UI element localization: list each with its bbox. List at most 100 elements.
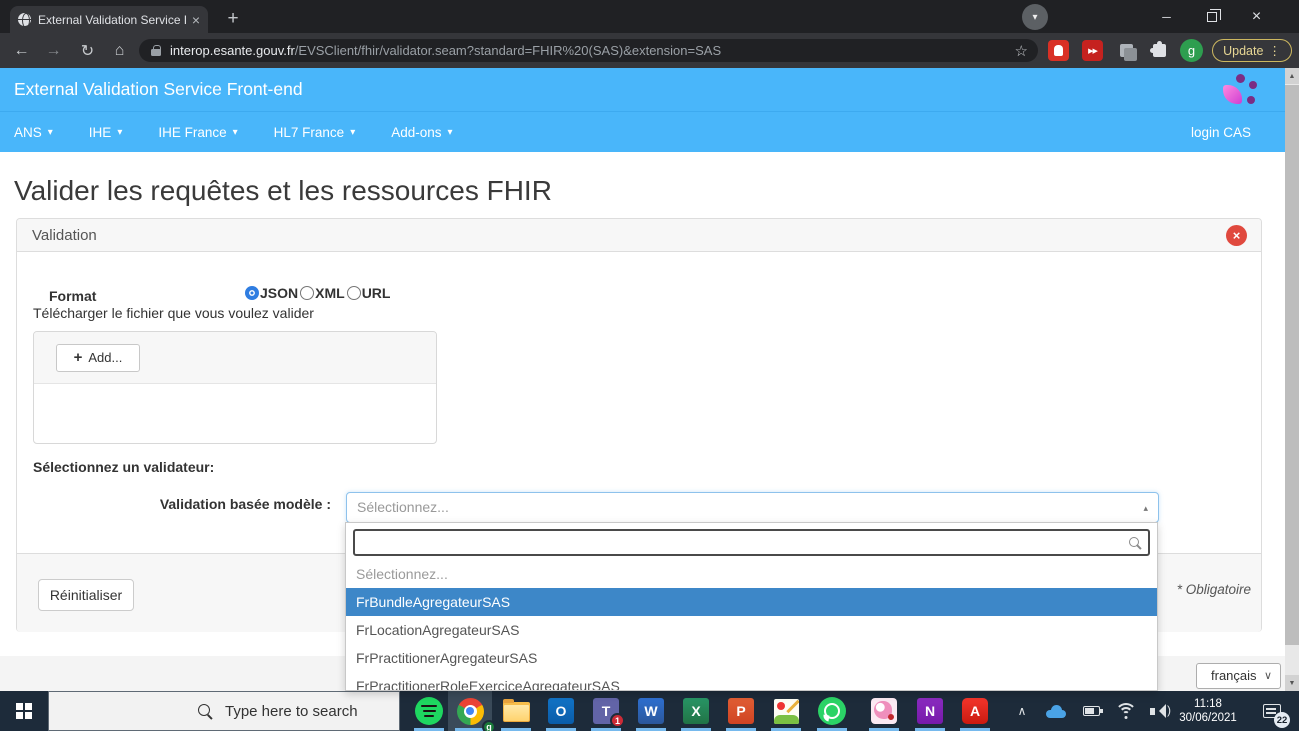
window-close-button[interactable]: ×: [1234, 0, 1279, 33]
home-button[interactable]: ⌂: [106, 37, 133, 64]
teams-icon: T1: [593, 698, 619, 724]
window-restore-button[interactable]: [1189, 0, 1234, 33]
nav-item-ans[interactable]: ANS ▾: [14, 125, 53, 140]
panel-close-icon[interactable]: ×: [1226, 225, 1247, 246]
extensions-menu-button[interactable]: [1149, 40, 1170, 61]
reload-button[interactable]: ↻: [74, 37, 101, 64]
tab-close-icon[interactable]: ×: [192, 13, 200, 27]
radio-url[interactable]: [347, 286, 361, 300]
radio-xml[interactable]: [300, 286, 314, 300]
reset-button[interactable]: Réinitialiser: [38, 579, 134, 611]
dropdown-option-highlighted[interactable]: FrBundleAgregateurSAS: [346, 588, 1157, 616]
dropdown-option[interactable]: Sélectionnez...: [346, 560, 1157, 588]
onedrive-icon[interactable]: [1044, 691, 1068, 731]
onenote-icon: N: [917, 698, 943, 724]
radio-xml-label[interactable]: XML: [315, 285, 345, 301]
login-cas-link[interactable]: login CAS: [1191, 112, 1251, 153]
nav-label: Add-ons: [391, 125, 441, 140]
taskbar-search-input[interactable]: [225, 703, 385, 720]
caret-down-icon: ▾: [448, 127, 453, 138]
dropdown-search-input[interactable]: [353, 529, 1150, 556]
profile-avatar[interactable]: g: [1180, 39, 1203, 62]
nav-item-hl7-france[interactable]: HL7 France ▾: [274, 125, 356, 140]
windows-logo-icon: [16, 703, 32, 719]
radio-json-label[interactable]: JSON: [260, 285, 298, 301]
taskbar-clock[interactable]: 11:18 30/06/2021: [1168, 691, 1248, 731]
notification-count-badge: 22: [1274, 712, 1290, 728]
puzzle-icon: [1153, 44, 1166, 57]
plus-icon: +: [74, 349, 83, 366]
radio-url-label[interactable]: URL: [362, 285, 391, 301]
taskbar-whatsapp[interactable]: [810, 691, 854, 731]
panel-title: Validation: [32, 227, 97, 244]
action-center-button[interactable]: 22: [1252, 691, 1292, 731]
scrollbar-thumb[interactable]: [1285, 85, 1299, 645]
new-tab-button[interactable]: +: [220, 6, 246, 32]
caret-down-icon: ▾: [350, 127, 355, 138]
taskbar-teams[interactable]: T1: [584, 691, 628, 731]
dropdown-option[interactable]: FrPractitionerAgregateurSAS: [346, 644, 1157, 672]
taskbar-onenote[interactable]: N: [908, 691, 952, 731]
paint-app-icon: [871, 698, 897, 724]
nav-item-ihe[interactable]: IHE ▾: [89, 125, 123, 140]
taskbar-outlook[interactable]: O: [539, 691, 583, 731]
search-icon: [1128, 536, 1142, 550]
dropdown-option[interactable]: FrLocationAgregateurSAS: [346, 616, 1157, 644]
scroll-down-button[interactable]: ▼: [1285, 675, 1299, 691]
taskbar-powerpoint[interactable]: P: [719, 691, 763, 731]
back-button[interactable]: ←: [8, 37, 35, 64]
scroll-up-button[interactable]: ▲: [1285, 68, 1299, 84]
more-menu-icon[interactable]: ⋮: [1268, 43, 1281, 58]
chrome-profile-badge: g: [482, 720, 496, 731]
taskbar-spotify[interactable]: [407, 691, 451, 731]
spotify-icon: [415, 697, 443, 725]
nav-item-addons[interactable]: Add-ons ▾: [391, 125, 452, 140]
page-scrollbar[interactable]: ▲ ▼: [1285, 68, 1299, 691]
bookmark-star-icon[interactable]: ☆: [1015, 42, 1028, 60]
video-extension-icon[interactable]: ▶▶: [1082, 40, 1103, 61]
file-upload-widget: + Add...: [33, 331, 437, 444]
hand-icon: [1054, 45, 1063, 56]
start-button[interactable]: [0, 691, 48, 731]
url-text: interop.esante.gouv.fr/EVSClient/fhir/va…: [170, 43, 1007, 58]
taskbar-search-box[interactable]: [48, 691, 400, 731]
wifi-icon[interactable]: [1112, 691, 1140, 731]
validator-heading: Sélectionnez un validateur:: [33, 459, 214, 475]
browser-tab[interactable]: External Validation Service Front ×: [10, 6, 208, 33]
url-domain: interop.esante.gouv.fr: [170, 43, 295, 58]
radio-json[interactable]: [245, 286, 259, 300]
tray-chevron-up-icon[interactable]: ∧: [1008, 691, 1036, 731]
site-nav: ANS ▾ IHE ▾ IHE France ▾ HL7 France ▾ Ad…: [0, 111, 1285, 152]
chrome-update-button[interactable]: Update ⋮: [1212, 39, 1292, 62]
validator-select[interactable]: Sélectionnez... ▴: [346, 492, 1159, 523]
battery-icon[interactable]: [1078, 691, 1104, 731]
taskbar-image-editor[interactable]: [764, 691, 808, 731]
extension-icon[interactable]: [1116, 40, 1137, 61]
dropdown-option[interactable]: FrPractitionerRoleExerciceAgregateurSAS: [346, 672, 1157, 691]
whatsapp-icon: [818, 697, 846, 725]
taskbar-chrome[interactable]: g: [448, 691, 492, 731]
taskbar-excel[interactable]: X: [674, 691, 718, 731]
add-file-button[interactable]: + Add...: [56, 344, 140, 372]
nav-item-ihe-france[interactable]: IHE France ▾: [158, 125, 237, 140]
caret-up-icon: ▴: [1143, 494, 1148, 523]
taskbar: g O T1 W X P: [0, 691, 1299, 731]
browser-titlebar: External Validation Service Front × + ▾ …: [0, 0, 1299, 33]
image-editor-icon: [774, 699, 799, 724]
adblock-extension-icon[interactable]: [1048, 40, 1069, 61]
taskbar-word[interactable]: W: [629, 691, 673, 731]
nav-label: IHE France: [158, 125, 226, 140]
media-control-button[interactable]: ▾: [1022, 4, 1048, 30]
address-bar[interactable]: interop.esante.gouv.fr/EVSClient/fhir/va…: [139, 39, 1038, 62]
window-minimize-button[interactable]: ─: [1144, 0, 1189, 33]
logo-dot: [1236, 74, 1245, 83]
upload-hint: Télécharger le fichier que vous voulez v…: [33, 305, 314, 321]
forward-button[interactable]: →: [40, 37, 67, 64]
caret-down-icon: ▾: [117, 127, 122, 138]
taskbar-file-explorer[interactable]: [494, 691, 538, 731]
word-icon: W: [638, 698, 664, 724]
taskbar-acrobat[interactable]: A: [953, 691, 997, 731]
lock-icon: [151, 45, 161, 56]
language-select[interactable]: français ∨: [1196, 663, 1281, 689]
taskbar-paint-app[interactable]: [862, 691, 906, 731]
